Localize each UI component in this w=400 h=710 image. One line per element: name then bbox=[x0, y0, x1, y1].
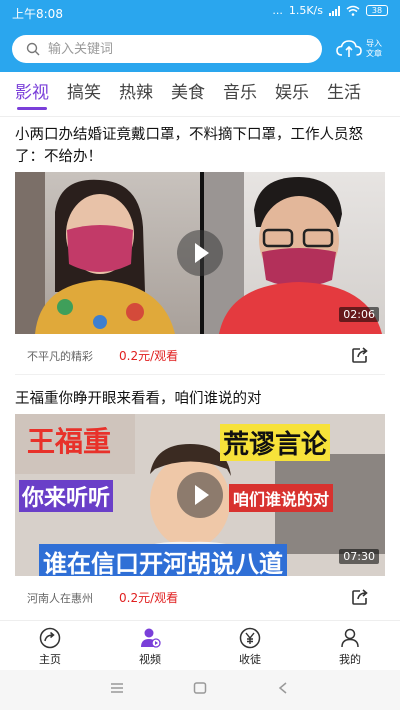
yen-coin-icon bbox=[239, 627, 261, 649]
caption-mid-left: 你来听听 bbox=[19, 480, 114, 512]
share-icon[interactable] bbox=[351, 588, 369, 606]
battery-level: 38 bbox=[371, 6, 383, 15]
nav-apprentice-label: 收徒 bbox=[239, 653, 261, 666]
video-card[interactable]: 王福重你睁开眼来看看，咱们谁说的对 王福重 荒谬言论 你来听听 咱们谁说的对 谁… bbox=[15, 388, 385, 616]
status-indicators: ... 1.5K/s 38 bbox=[272, 4, 388, 17]
status-time: 上午8:08 bbox=[12, 7, 63, 21]
video-title[interactable]: 小两口办结婚证竟戴口罩，不料摘下口罩，工作人员怒了：不给办！ bbox=[15, 124, 385, 168]
nav-profile[interactable]: 我的 bbox=[300, 621, 400, 670]
tab-funny[interactable]: 搞笑 bbox=[67, 72, 101, 116]
tab-music[interactable]: 音乐 bbox=[223, 72, 257, 116]
tab-food[interactable]: 美食 bbox=[171, 72, 205, 116]
caption-top-left: 王福重 bbox=[27, 425, 112, 458]
category-tabs: 影视 搞笑 热辣 美食 音乐 娱乐 生活 bbox=[0, 72, 400, 116]
woman-in-mask-image bbox=[15, 172, 175, 334]
video-author[interactable]: 不平凡的精彩 bbox=[27, 348, 93, 364]
nav-video[interactable]: 视频 bbox=[100, 621, 200, 670]
nav-home-label: 主页 bbox=[39, 653, 61, 666]
user-video-icon bbox=[141, 628, 161, 648]
search-input[interactable] bbox=[48, 41, 288, 57]
video-card[interactable]: 小两口办结婚证竟戴口罩，不料摘下口罩，工作人员怒了：不给办！ 02:06 不平凡… bbox=[15, 124, 385, 374]
video-duration: 02:06 bbox=[339, 307, 379, 322]
video-thumbnail[interactable]: 02:06 bbox=[15, 172, 385, 334]
cloud-upload-icon bbox=[336, 40, 362, 57]
video-thumbnail[interactable]: 王福重 荒谬言论 你来听听 咱们谁说的对 谁在信口开河胡说八道 07:30 bbox=[15, 414, 385, 576]
home-square-icon[interactable] bbox=[193, 682, 207, 694]
bottom-nav: 主页 视频 收徒 我的 bbox=[0, 620, 400, 670]
menu-icon[interactable] bbox=[110, 682, 124, 694]
tab-hot[interactable]: 热辣 bbox=[119, 72, 153, 116]
nav-home[interactable]: 主页 bbox=[0, 621, 100, 670]
battery-icon: 38 bbox=[366, 5, 388, 16]
video-price: 0.2元/观看 bbox=[119, 349, 179, 363]
video-author[interactable]: 河南人在惠州 bbox=[27, 590, 93, 606]
header-bar: 上午8:08 ... 1.5K/s 38 导入文章 bbox=[0, 0, 400, 72]
nav-profile-label: 我的 bbox=[339, 653, 361, 666]
caption-top-right: 荒谬言论 bbox=[220, 424, 331, 461]
caption-mid-right: 咱们谁说的对 bbox=[229, 484, 334, 512]
signal-icon bbox=[329, 5, 340, 16]
status-dots: ... bbox=[272, 4, 283, 17]
wifi-icon bbox=[346, 5, 360, 16]
caption-bottom: 谁在信口开河胡说八道 bbox=[39, 544, 287, 576]
status-bar: 上午8:08 ... 1.5K/s 38 bbox=[0, 0, 400, 26]
video-duration: 07:30 bbox=[339, 549, 379, 564]
search-icon bbox=[26, 42, 40, 56]
import-article-label: 导入文章 bbox=[366, 39, 382, 58]
tabs-divider bbox=[0, 116, 400, 117]
video-meta: 河南人在惠州 0.2元/观看 bbox=[15, 576, 385, 616]
tab-life[interactable]: 生活 bbox=[327, 72, 361, 116]
search-bar[interactable] bbox=[12, 35, 322, 63]
video-title[interactable]: 王福重你睁开眼来看看，咱们谁说的对 bbox=[15, 388, 385, 410]
thumbnail-left-frame bbox=[15, 172, 200, 334]
net-speed: 1.5K/s bbox=[288, 4, 323, 17]
share-icon[interactable] bbox=[351, 346, 369, 364]
share-circle-icon bbox=[39, 627, 61, 649]
video-price: 0.2元/观看 bbox=[119, 591, 179, 605]
nav-video-label: 视频 bbox=[139, 653, 161, 666]
tab-movies[interactable]: 影视 bbox=[15, 72, 49, 116]
system-nav-bar bbox=[0, 670, 400, 710]
video-meta: 不平凡的精彩 0.2元/观看 bbox=[15, 334, 385, 374]
import-article-button[interactable]: 导入文章 bbox=[336, 33, 392, 65]
card-divider bbox=[15, 374, 385, 375]
back-icon[interactable] bbox=[278, 682, 288, 694]
nav-apprentice[interactable]: 收徒 bbox=[200, 621, 300, 670]
play-button[interactable] bbox=[177, 472, 223, 518]
person-icon bbox=[341, 628, 359, 648]
tab-entertainment[interactable]: 娱乐 bbox=[275, 72, 309, 116]
play-button[interactable] bbox=[177, 230, 223, 276]
